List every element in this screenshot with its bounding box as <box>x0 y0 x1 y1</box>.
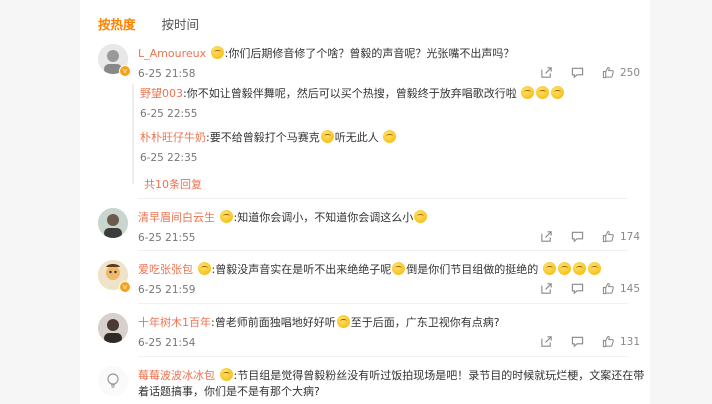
comment-line: 莓莓波波冰冰包 :节目组是觉得曾毅粉丝没有听过饭拍现场是吧！录节目的时候就玩烂梗… <box>138 368 648 384</box>
emoji-icon <box>521 86 535 99</box>
emoji-icon <box>551 86 565 99</box>
reply-username[interactable]: 野望003 <box>140 87 183 100</box>
reply-item: 朴朴旺仔牛奶:要不给曾毅打个马赛克 听无此人 6-25 22:35 <box>140 130 620 164</box>
divider <box>138 303 628 304</box>
like-count: 250 <box>619 66 640 79</box>
reply-username[interactable]: 朴朴旺仔牛奶 <box>140 131 206 144</box>
emoji-icon <box>336 315 350 328</box>
verified-badge-icon: v <box>119 281 131 293</box>
comment-line: 十年树木1百年:曾老师前面独唱地好好听 至于后面，广东卫视你有点病? <box>138 315 648 331</box>
comment-text: :你们后期修音修了个啥？曾毅的声音呢？光张嘴不出声吗？ <box>224 47 515 60</box>
comment-icon <box>571 231 584 243</box>
emoji-icon <box>392 262 406 275</box>
reply-text-continued: 听无此人 <box>334 131 379 144</box>
comment-icon <box>571 283 584 295</box>
comment-text-continued: 至于后面，广东卫视你有点病? <box>350 316 500 329</box>
sort-tabs: 按热度 按时间 <box>98 14 199 33</box>
comment-username[interactable]: 爱吃张张包 <box>138 263 193 276</box>
divider <box>138 356 628 357</box>
avatar[interactable] <box>98 208 128 238</box>
avatar[interactable] <box>98 366 128 396</box>
comment-text-continued: 倒是你们节目组做的挺绝的 <box>406 263 539 276</box>
emoji-icon <box>414 210 428 223</box>
comment-username[interactable]: 十年树木1百年 <box>138 316 211 329</box>
emoji-icon <box>383 130 397 143</box>
emoji-icon <box>320 130 334 143</box>
comment-line: 清早眉间白云生 :知道你会调小，不知道你会调这么小 <box>138 210 648 226</box>
reply-line: 朴朴旺仔牛奶:要不给曾毅打个马赛克 听无此人 <box>140 130 620 146</box>
comment-username[interactable]: 清早眉间白云生 <box>138 211 215 224</box>
reply-item: 野望003:你不如让曾毅伴舞呢，然后可以买个热搜，曾毅终于放弃唱歌改行啦 6-2… <box>140 86 620 120</box>
verified-badge-icon: v <box>119 65 131 77</box>
reply-text: :你不如让曾毅伴舞呢，然后可以买个热搜，曾毅终于放弃唱歌改行啦 <box>183 87 517 100</box>
reply-text: :要不给曾毅打个马赛克 <box>206 131 320 144</box>
comment-actions: 131 <box>540 335 640 348</box>
like-count: 131 <box>619 335 640 348</box>
comment-panel: 按热度 按时间 v L_Amoureux :你们后期修音修了个啥？曾毅的声音呢？… <box>80 0 650 404</box>
comment-username[interactable]: 莓莓波波冰冰包 <box>138 369 215 382</box>
emoji-icon <box>219 368 233 381</box>
comment-icon <box>571 336 584 348</box>
emoji-icon <box>572 262 586 275</box>
divider <box>138 250 628 251</box>
reply-button[interactable] <box>571 66 584 79</box>
like-button[interactable]: 131 <box>602 335 640 348</box>
comment-line: L_Amoureux :你们后期修音修了个啥？曾毅的声音呢？光张嘴不出声吗？ <box>138 46 648 62</box>
emoji-icon <box>210 46 224 59</box>
emoji-icon <box>542 262 556 275</box>
comment-text: :知道你会调小，不知道你会调这么小 <box>233 211 414 224</box>
reply-time: 6-25 22:35 <box>140 152 198 164</box>
comment-text: :曾老师前面独唱地好好听 <box>211 316 336 329</box>
share-icon <box>541 336 552 347</box>
tab-hot[interactable]: 按热度 <box>98 14 136 33</box>
avatar[interactable] <box>98 313 128 343</box>
comment-text-continued: 着话题搞事，你们是不是有那个大病? <box>138 385 320 398</box>
more-replies-link[interactable]: 共10条回复 <box>144 176 202 192</box>
right-gutter <box>650 0 712 404</box>
emoji-icon <box>557 262 571 275</box>
comment-actions: 174 <box>540 230 640 243</box>
comment-text: :节目组是觉得曾毅粉丝没有听过饭拍现场是吧！录节目的时候就玩烂梗，文案还在带 <box>233 369 645 382</box>
reply-time: 6-25 22:55 <box>140 108 198 120</box>
tab-time[interactable]: 按时间 <box>162 14 200 33</box>
comment-line: 爱吃张张包 :曾毅没声音实在是听不出来绝绝子呢 倒是你们节目组做的挺绝的 <box>138 262 648 278</box>
thumbs-up-icon <box>602 335 614 348</box>
emoji-icon <box>536 86 550 99</box>
left-gutter <box>0 0 80 404</box>
thumbs-up-icon <box>602 282 614 295</box>
reply-button[interactable] <box>571 335 584 348</box>
like-button[interactable]: 174 <box>602 230 640 243</box>
reply-button[interactable] <box>571 230 584 243</box>
emoji-icon <box>197 262 211 275</box>
divider <box>138 198 628 199</box>
share-button[interactable] <box>540 66 553 79</box>
share-icon <box>541 67 552 78</box>
comment-line: 着话题搞事，你们是不是有那个大病? <box>138 384 648 400</box>
emoji-icon <box>587 262 601 275</box>
share-icon <box>541 283 552 294</box>
reply-button[interactable] <box>571 282 584 295</box>
like-button[interactable]: 145 <box>602 282 640 295</box>
emoji-icon <box>219 210 233 223</box>
share-button[interactable] <box>540 335 553 348</box>
comment-icon <box>571 67 584 79</box>
like-count: 174 <box>619 230 640 243</box>
reply-line: 野望003:你不如让曾毅伴舞呢，然后可以买个热搜，曾毅终于放弃唱歌改行啦 <box>140 86 620 102</box>
like-count: 145 <box>619 282 640 295</box>
share-button[interactable] <box>540 230 553 243</box>
comment-actions: 145 <box>540 282 640 295</box>
thumbs-up-icon <box>602 230 614 243</box>
comment-username[interactable]: L_Amoureux <box>138 47 206 60</box>
share-icon <box>541 231 552 242</box>
thumbs-up-icon <box>602 66 614 79</box>
share-button[interactable] <box>540 282 553 295</box>
comment-text: :曾毅没声音实在是听不出来绝绝子呢 <box>211 263 392 276</box>
reply-thread-bar <box>132 84 134 184</box>
comment-actions: 250 <box>540 66 640 79</box>
like-button[interactable]: 250 <box>602 66 640 79</box>
